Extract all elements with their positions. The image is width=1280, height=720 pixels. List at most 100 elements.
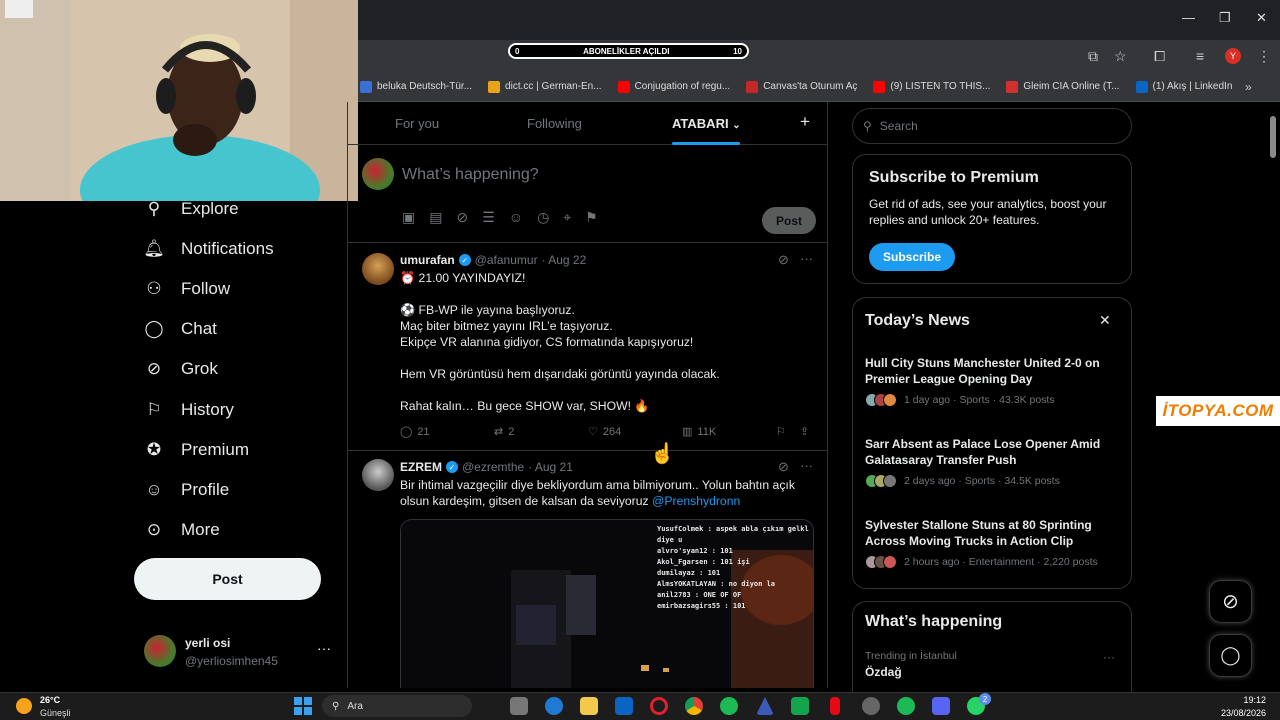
gif-icon[interactable]: ▤ xyxy=(429,209,442,226)
menu-kebab-icon[interactable]: ⋮ xyxy=(1257,48,1271,65)
news-item[interactable]: Sylvester Stallone Stuns at 80 Sprinting… xyxy=(865,517,1121,569)
messages-float-button[interactable]: ◯ xyxy=(1209,634,1252,677)
chrome-icon[interactable] xyxy=(685,697,703,715)
bookmark-item[interactable]: beluka Deutsch-Tür... xyxy=(360,80,472,93)
search-box[interactable]: ⚲ Search xyxy=(852,108,1132,144)
more-dots-icon[interactable]: ··· xyxy=(317,640,331,656)
avatar[interactable] xyxy=(362,253,394,285)
tab-atabari[interactable]: ATABARI ⌄ xyxy=(672,116,741,131)
composer-post-button[interactable]: Post xyxy=(762,207,816,234)
add-tab-icon[interactable]: + xyxy=(800,112,810,132)
schedule-icon[interactable]: ◷ xyxy=(537,209,549,226)
more-dots-icon[interactable]: ··· xyxy=(800,251,813,266)
bookmark-item[interactable]: Conjugation of regu... xyxy=(617,80,730,93)
discord-icon[interactable] xyxy=(932,697,950,715)
more-dots-icon[interactable]: ··· xyxy=(800,458,813,473)
chevron-right-icon[interactable]: » xyxy=(1245,80,1252,94)
nav-item-follow[interactable]: ⚇ Follow xyxy=(144,279,230,299)
app-green-icon[interactable] xyxy=(791,697,809,715)
subscribe-button[interactable]: Subscribe xyxy=(869,243,955,271)
weather-desc[interactable]: Güneşli xyxy=(40,708,71,718)
poll-icon[interactable]: ☰ xyxy=(482,209,495,226)
bookmark-item[interactable]: Canvas'ta Oturum Aç xyxy=(746,80,857,93)
tab-for-you[interactable]: For you xyxy=(395,116,439,131)
nav-item-history[interactable]: ⚐ History xyxy=(144,400,234,420)
composer-input[interactable]: What’s happening? xyxy=(402,166,539,184)
tweet-date[interactable]: · Aug 21 xyxy=(528,460,573,474)
views-button[interactable]: ▥ 11K xyxy=(682,425,716,439)
mention-link[interactable]: @Prenshydronn xyxy=(652,494,740,508)
outlook-icon[interactable] xyxy=(615,697,633,715)
minimize-icon[interactable]: — xyxy=(1182,10,1195,25)
close-icon[interactable]: ✕ xyxy=(1099,312,1111,329)
author-handle[interactable]: @afanumur xyxy=(475,253,538,267)
grok-icon[interactable]: ⊘ xyxy=(778,252,789,268)
media-icon[interactable]: ≡ xyxy=(1196,48,1204,64)
nav-item-explore[interactable]: ⚲ Explore xyxy=(144,199,239,219)
image-icon[interactable]: ▣ xyxy=(402,209,415,226)
file-explorer-icon[interactable] xyxy=(580,697,598,715)
nav-item-more[interactable]: ⊙ More xyxy=(144,520,220,540)
trend-name[interactable]: Özdağ xyxy=(865,665,902,679)
chat-line: anil2783 : ONE OF OF xyxy=(657,591,742,599)
share-icon[interactable]: ⇪ xyxy=(800,425,809,438)
weather-temp[interactable]: 26°C xyxy=(40,695,60,705)
bookmark-item[interactable]: (1) Akış | LinkedIn xyxy=(1135,80,1232,93)
news-headline: Hull City Stuns Manchester United 2-0 on… xyxy=(865,356,1100,386)
grok-icon[interactable]: ⊘ xyxy=(456,209,468,226)
search-input[interactable]: Search xyxy=(880,119,918,133)
tweet[interactable]: umurafan ✓ @afanumur · Aug 22 ⊘ ··· ⏰ 21… xyxy=(348,243,827,451)
news-item[interactable]: Sarr Absent as Palace Lose Opener Amid G… xyxy=(865,436,1121,488)
tweet-date[interactable]: · Aug 22 xyxy=(542,253,587,267)
grok-icon[interactable]: ⊘ xyxy=(778,459,789,475)
taskbar-search[interactable]: ⚲ Ara xyxy=(322,695,472,717)
star-icon[interactable]: ☆ xyxy=(1114,48,1127,65)
install-app-icon[interactable]: ⧉ xyxy=(1088,48,1098,65)
extensions-icon[interactable]: ⧠ xyxy=(1154,48,1165,65)
reply-button[interactable]: ◯ 21 xyxy=(400,425,430,439)
more-dots-icon[interactable]: ··· xyxy=(1103,650,1115,664)
maximize-icon[interactable]: ❐ xyxy=(1219,10,1231,26)
nav-item-profile[interactable]: ☺ Profile xyxy=(144,480,229,500)
nav-item-chat[interactable]: ◯ Chat xyxy=(144,319,216,339)
bookmark-item[interactable]: (9) LISTEN TO THIS... xyxy=(873,80,990,93)
avatar[interactable] xyxy=(362,459,394,491)
grok-float-button[interactable]: ⊘ xyxy=(1209,580,1252,623)
weather-sun-icon[interactable] xyxy=(16,698,32,714)
profile-avatar[interactable]: Y xyxy=(1225,48,1241,64)
edge-icon[interactable] xyxy=(545,697,563,715)
flag-icon[interactable]: ⚑ xyxy=(585,209,598,226)
windows-start-icon[interactable] xyxy=(294,697,312,715)
netflix-icon[interactable] xyxy=(830,697,840,715)
spotify-icon[interactable] xyxy=(720,697,738,715)
close-window-icon[interactable]: ✕ xyxy=(1256,10,1267,26)
author-name[interactable]: umurafan xyxy=(400,253,455,267)
nav-item-grok[interactable]: ⊘ Grok xyxy=(144,359,218,379)
app-gear-icon[interactable] xyxy=(862,697,880,715)
bell-icon: 🔔︎ xyxy=(143,239,165,258)
bookmark-icon[interactable]: ⚐ xyxy=(776,425,786,438)
tab-following[interactable]: Following xyxy=(527,116,582,131)
scrollbar-thumb[interactable] xyxy=(1270,116,1276,158)
opera-icon[interactable] xyxy=(650,697,668,715)
tweet-media[interactable]: YusufColmek : aspek abla çıkım gelkl diy… xyxy=(400,519,814,688)
nav-item-premium[interactable]: ✪ Premium xyxy=(144,440,249,460)
spotify-icon[interactable] xyxy=(897,697,915,715)
location-icon[interactable]: ⌖ xyxy=(563,209,571,226)
post-button[interactable]: Post xyxy=(134,558,321,600)
clock-time[interactable]: 19:12 xyxy=(1200,695,1266,705)
task-view-icon[interactable] xyxy=(510,697,528,715)
author-name[interactable]: EZREM xyxy=(400,460,442,474)
repost-button[interactable]: ⇄ 2 xyxy=(494,425,514,439)
news-item[interactable]: Hull City Stuns Manchester United 2-0 on… xyxy=(865,355,1121,407)
emoji-icon[interactable]: ☺ xyxy=(509,209,523,226)
bookmark-item[interactable]: dict.cc | German-En... xyxy=(488,80,602,93)
chevron-down-icon: ⌄ xyxy=(732,120,741,131)
like-button[interactable]: ♡ 264 xyxy=(588,425,621,439)
clock-date[interactable]: 23/08/2026 xyxy=(1200,708,1266,718)
tweet[interactable]: EZREM ✓ @ezremthe · Aug 21 ⊘ ··· Bir iht… xyxy=(348,451,827,688)
bookmark-item[interactable]: Gleim CIA Online (T... xyxy=(1006,80,1120,93)
account-switcher[interactable]: yerli osi @yerliosimhen45 ··· xyxy=(134,628,344,676)
nav-item-notifications[interactable]: 🔔︎ Notifications xyxy=(143,239,273,259)
author-handle[interactable]: @ezremthe xyxy=(462,460,524,474)
